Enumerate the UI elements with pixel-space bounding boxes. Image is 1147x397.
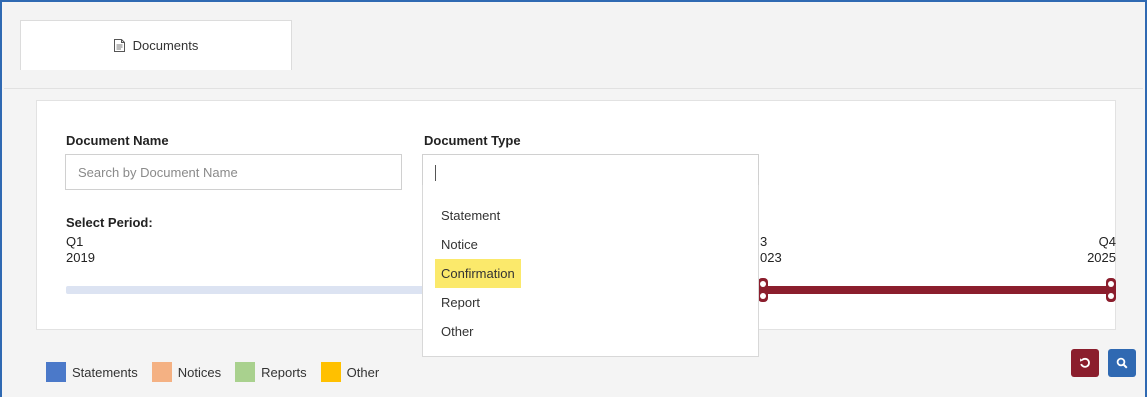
period-end-quarter: Q4 xyxy=(1098,234,1116,249)
tab-documents[interactable]: Documents xyxy=(20,20,292,70)
legend-item-notices: Notices xyxy=(151,362,222,382)
legend-label-other: Other xyxy=(346,364,380,380)
period-track[interactable] xyxy=(66,286,426,294)
option-other[interactable]: Other xyxy=(435,317,480,346)
document-type-dropdown: Statement Notice Confirmation Report Oth… xyxy=(422,185,759,357)
legend-swatch-other xyxy=(320,362,341,382)
legend-swatch-reports xyxy=(235,362,256,382)
document-type-label: Document Type xyxy=(424,133,521,148)
period-start: Q1 2019 xyxy=(66,234,95,266)
select-period-label: Select Period: xyxy=(66,215,153,230)
option-confirmation[interactable]: Confirmation xyxy=(435,259,521,288)
search-button[interactable] xyxy=(1108,349,1136,377)
period-start-handle[interactable] xyxy=(758,278,768,302)
period-selected-quarter: 3 xyxy=(760,234,768,249)
search-icon xyxy=(1116,357,1128,369)
legend-swatch-statements xyxy=(46,362,66,382)
legend-label-notices: Notices xyxy=(177,364,222,380)
text-cursor xyxy=(435,164,436,181)
document-icon xyxy=(113,39,125,52)
period-end: Q4 2025 xyxy=(1084,234,1116,266)
legend-label-reports: Reports xyxy=(261,364,307,380)
option-statement[interactable]: Statement xyxy=(435,201,506,230)
period-end-handle[interactable] xyxy=(1106,278,1116,302)
tab-strip: Documents xyxy=(4,4,1143,89)
period-selected-range xyxy=(762,286,1112,294)
legend-item-statements: Statements xyxy=(46,362,138,382)
document-name-input[interactable] xyxy=(65,154,402,190)
reset-button[interactable] xyxy=(1071,349,1099,377)
legend-label-statements: Statements xyxy=(72,364,138,380)
period-selected-start: 3 023 xyxy=(760,234,782,266)
legend: Statements Notices Reports Other xyxy=(46,362,387,382)
period-start-quarter: Q1 xyxy=(66,234,84,249)
period-end-year: 2025 xyxy=(1087,250,1116,265)
period-selected-year: 023 xyxy=(760,250,782,265)
period-start-year: 2019 xyxy=(66,250,95,265)
legend-item-other: Other xyxy=(320,362,380,382)
reset-icon xyxy=(1080,357,1090,368)
option-report[interactable]: Report xyxy=(435,288,486,317)
legend-swatch-notices xyxy=(151,362,172,382)
tab-label: Documents xyxy=(132,38,199,53)
legend-item-reports: Reports xyxy=(235,362,307,382)
document-name-label: Document Name xyxy=(66,133,169,148)
option-notice[interactable]: Notice xyxy=(435,230,484,259)
